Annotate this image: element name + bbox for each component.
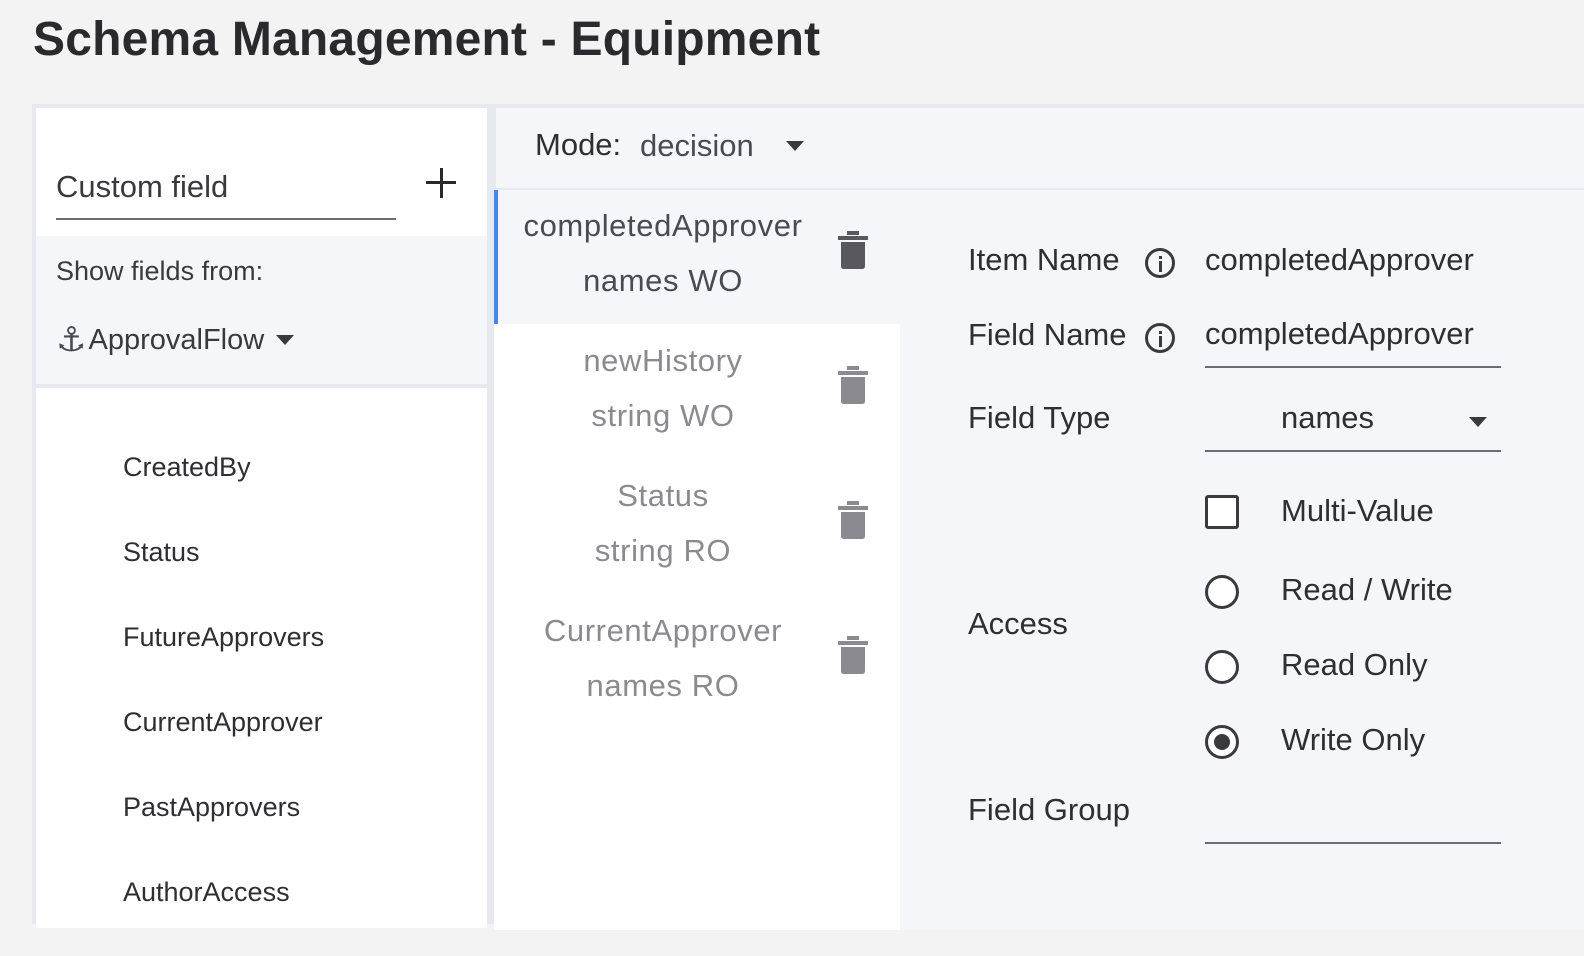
item-name-label: Item Name bbox=[968, 242, 1120, 277]
custom-field-input[interactable] bbox=[56, 160, 396, 214]
field-name-field[interactable]: completedApprover bbox=[1205, 312, 1501, 368]
mode-select[interactable]: decision bbox=[640, 124, 804, 168]
access-option-label: Write Only bbox=[1281, 722, 1426, 757]
schema-item-name: CurrentApprover bbox=[543, 613, 783, 648]
trash-icon bbox=[838, 366, 868, 404]
schema-item-meta: string RO bbox=[594, 533, 732, 568]
show-fields-label: Show fields from: bbox=[56, 256, 264, 286]
chevron-down-icon bbox=[1469, 417, 1487, 427]
delete-button[interactable] bbox=[834, 228, 872, 270]
field-list-item[interactable]: CurrentApprover bbox=[123, 701, 324, 786]
field-name-label: Field Name bbox=[968, 317, 1127, 352]
field-type-label: Field Type bbox=[968, 400, 1111, 435]
chevron-down-icon bbox=[785, 141, 804, 151]
trash-icon bbox=[838, 501, 868, 539]
access-option-label: Read Only bbox=[1281, 647, 1428, 682]
add-field-button[interactable] bbox=[420, 162, 462, 204]
delete-button[interactable] bbox=[834, 363, 872, 405]
schema-item-name: newHistory bbox=[583, 343, 743, 378]
schema-item[interactable]: newHistory string WO bbox=[494, 325, 900, 459]
schema-item[interactable]: CurrentApprover names RO bbox=[494, 595, 900, 729]
info-icon[interactable] bbox=[1145, 248, 1175, 278]
access-radio-write-only[interactable] bbox=[1205, 725, 1239, 759]
custom-field-wrapper bbox=[56, 160, 396, 220]
schema-item[interactable]: completedApprover names WO bbox=[494, 190, 900, 324]
multi-value-checkbox[interactable] bbox=[1205, 495, 1239, 529]
schema-item-meta: names WO bbox=[583, 263, 743, 298]
schema-item[interactable]: Status string RO bbox=[494, 460, 900, 594]
source-select-value: ApprovalFlow bbox=[88, 323, 265, 356]
source-select[interactable]: ⚓ ApprovalFlow bbox=[56, 318, 295, 362]
info-icon[interactable] bbox=[1145, 323, 1175, 353]
schema-item-name: completedApprover bbox=[523, 208, 803, 243]
page-title: Schema Management - Equipment bbox=[33, 13, 821, 66]
schema-item-meta: string WO bbox=[591, 398, 735, 433]
mode-label: Mode: bbox=[535, 127, 622, 162]
chevron-down-icon bbox=[276, 335, 295, 345]
field-group-label: Field Group bbox=[968, 792, 1130, 827]
anchor-icon: ⚓ bbox=[56, 321, 87, 359]
delete-button[interactable] bbox=[834, 498, 872, 540]
field-list-item[interactable]: FutureApprovers bbox=[123, 616, 324, 701]
field-list-item[interactable]: AuthorAccess bbox=[123, 871, 324, 956]
access-radio-read-write[interactable] bbox=[1205, 575, 1239, 609]
schema-item-name: Status bbox=[617, 478, 709, 513]
access-label: Access bbox=[968, 606, 1068, 641]
field-list-item[interactable]: PastApprovers bbox=[123, 786, 324, 871]
field-name-value: completedApprover bbox=[1205, 316, 1474, 351]
access-radio-read-only[interactable] bbox=[1205, 650, 1239, 684]
field-list-item[interactable]: Status bbox=[123, 531, 324, 616]
field-type-value: names bbox=[1281, 400, 1375, 435]
divider bbox=[36, 384, 487, 388]
field-type-select[interactable]: names bbox=[1205, 396, 1501, 452]
trash-icon bbox=[838, 636, 868, 674]
mode-select-value: decision bbox=[640, 128, 754, 163]
multi-value-label: Multi-Value bbox=[1281, 493, 1434, 528]
field-list: CreatedBy Status FutureApprovers Current… bbox=[123, 446, 324, 956]
field-group-field[interactable] bbox=[1205, 788, 1501, 844]
item-name-value: completedApprover bbox=[1205, 242, 1474, 277]
schema-item-meta: names RO bbox=[586, 668, 740, 703]
delete-button[interactable] bbox=[834, 633, 872, 675]
trash-icon bbox=[838, 231, 868, 269]
access-option-label: Read / Write bbox=[1281, 572, 1453, 607]
field-list-item[interactable]: CreatedBy bbox=[123, 446, 324, 531]
